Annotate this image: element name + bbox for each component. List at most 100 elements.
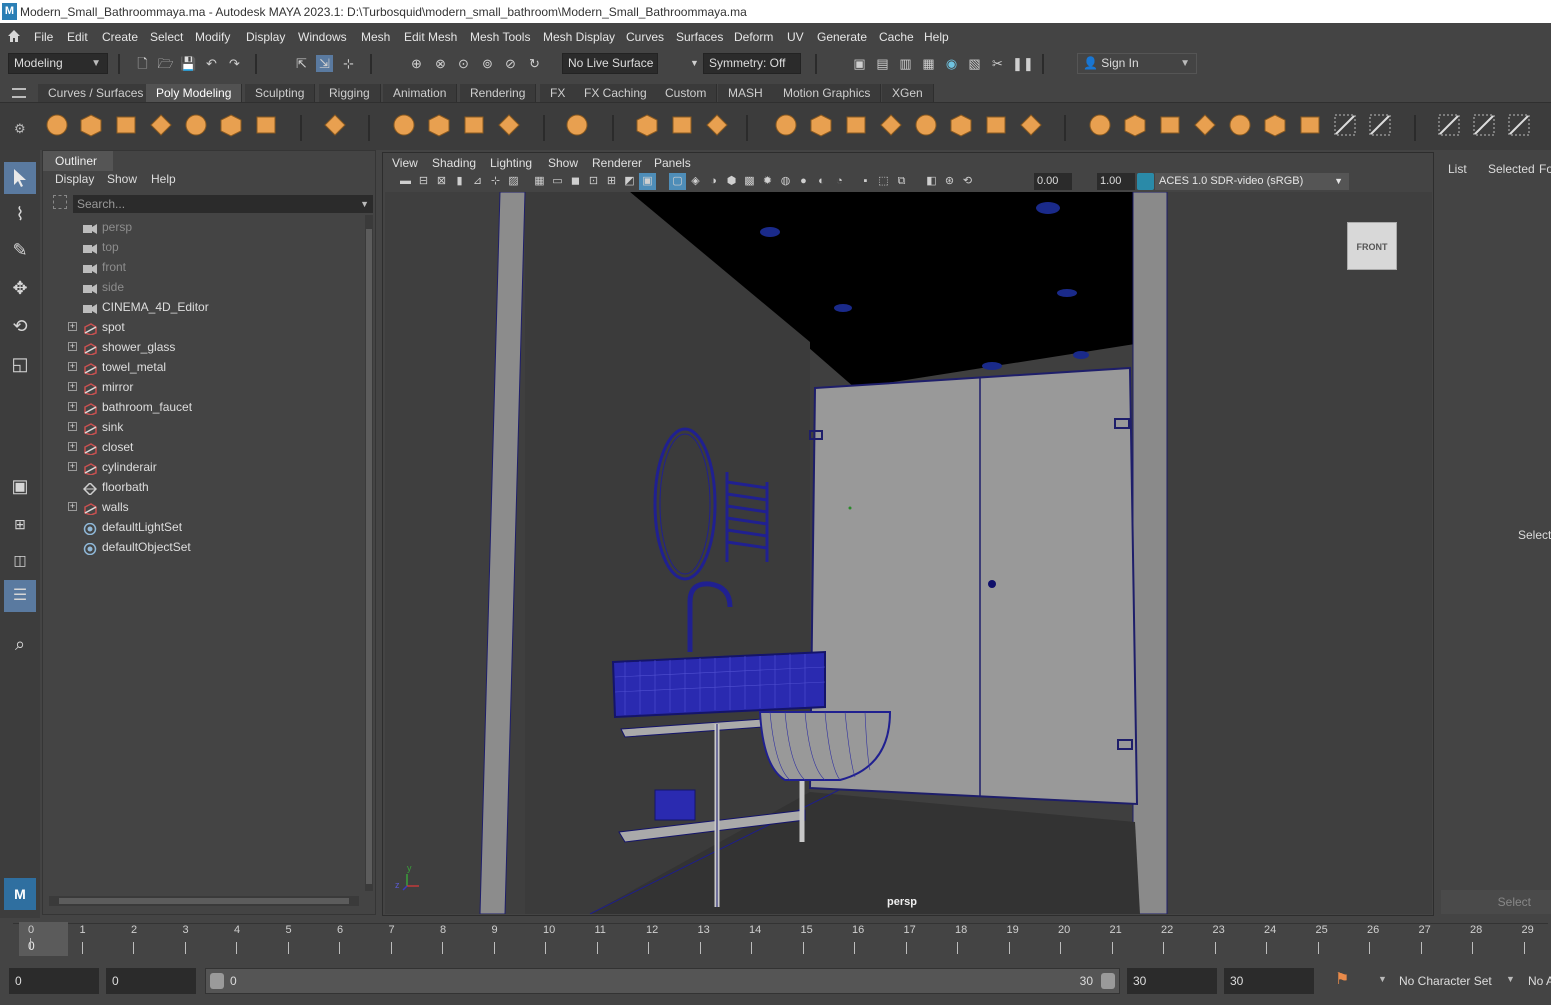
target-weld-icon[interactable]	[1192, 112, 1218, 138]
playback-start-field[interactable]: 0	[106, 968, 196, 994]
rotate-tool-icon[interactable]: ⟲	[4, 310, 36, 342]
key-icon[interactable]: ⚑	[1335, 969, 1349, 989]
outliner-item-cylinderair[interactable]: + cylinderair	[43, 457, 361, 477]
viewport-menu-show[interactable]: Show	[548, 156, 578, 170]
range-slider-handle-left[interactable]	[210, 973, 224, 989]
shelf-tab-motion-graphics[interactable]: Motion Graphics	[773, 84, 882, 102]
shelf-tab-sculpting[interactable]: Sculpting	[245, 84, 316, 102]
shelf-tab-poly-modeling[interactable]: Poly Modeling	[146, 84, 243, 102]
platonic-solid-icon[interactable]	[322, 112, 348, 138]
playback-end-field[interactable]: 30	[1127, 968, 1217, 994]
outliner-item-side[interactable]: side	[43, 277, 361, 297]
menu-mesh[interactable]: Mesh	[361, 30, 390, 44]
ambient-occlusion-icon[interactable]: ✹	[759, 173, 776, 190]
edit-edge-flow-icon[interactable]	[1297, 112, 1323, 138]
exposure-icon[interactable]: ⊛	[941, 173, 958, 190]
viewport-menu-renderer[interactable]: Renderer	[592, 156, 642, 170]
x-ray-active-icon[interactable]: ◧	[923, 173, 940, 190]
chevron-down-icon[interactable]: ▼	[1378, 974, 1387, 984]
outliner-item-defaultlightset[interactable]: defaultLightSet	[43, 517, 361, 537]
home-icon[interactable]	[6, 28, 22, 44]
end-frame-field[interactable]: 30	[1224, 968, 1314, 994]
bridge-icon[interactable]	[948, 112, 974, 138]
extract-icon[interactable]	[808, 112, 834, 138]
xray-components-icon[interactable]: ⧉	[893, 173, 910, 190]
grease-pencil-icon[interactable]: ⊹	[487, 173, 504, 190]
combine-icon[interactable]	[704, 112, 730, 138]
move-tool-icon[interactable]: ✥	[4, 272, 36, 304]
field-chart-icon[interactable]: ⊡	[585, 173, 602, 190]
isolate-select-icon[interactable]: ◔	[831, 173, 848, 190]
mirror-icon[interactable]	[913, 112, 939, 138]
gamma-icon[interactable]: ⟲	[959, 173, 976, 190]
outliner-item-mirror[interactable]: + mirror	[43, 377, 361, 397]
poly-disc-icon[interactable]	[253, 112, 279, 138]
outliner-horizontal-scrollbar[interactable]	[49, 896, 359, 906]
start-frame-field[interactable]: 0	[9, 968, 99, 994]
side-by-side-layout-icon[interactable]: ◫	[4, 544, 36, 576]
channelbox-select-button[interactable]: Select	[1441, 890, 1551, 914]
reduce-icon[interactable]	[1506, 112, 1532, 138]
shelf-tab-mash[interactable]: MASH	[718, 84, 774, 102]
outliner-menu-display[interactable]: Display	[55, 172, 94, 186]
chevron-down-icon[interactable]: ▼	[1506, 974, 1515, 984]
outliner-item-towel-metal[interactable]: + towel_metal	[43, 357, 361, 377]
shelf-tab-rigging[interactable]: Rigging	[319, 84, 381, 102]
outliner-item-walls[interactable]: + walls	[43, 497, 361, 517]
type-text-icon[interactable]	[461, 112, 487, 138]
menu-deform[interactable]: Deform	[734, 30, 773, 44]
menu-help[interactable]: Help	[924, 30, 949, 44]
bevel-icon[interactable]	[1018, 112, 1044, 138]
menu-display[interactable]: Display	[246, 30, 285, 44]
undo-icon[interactable]: ↶	[203, 55, 220, 72]
camera-attributes-icon[interactable]: ⊟	[415, 173, 432, 190]
outliner-item-defaultobjectset[interactable]: defaultObjectSet	[43, 537, 361, 557]
save-scene-icon[interactable]: 💾	[180, 55, 197, 72]
color-management-icon[interactable]	[1137, 173, 1154, 190]
xray-icon[interactable]: ▪	[857, 173, 874, 190]
wireframe-icon[interactable]: ▣	[639, 173, 656, 190]
viewport-menu-lighting[interactable]: Lighting	[490, 156, 532, 170]
outliner-vertical-scrollbar[interactable]	[365, 215, 373, 891]
paint-select-tool-icon[interactable]: ✎	[4, 234, 36, 266]
menuset-dropdown[interactable]: Modeling ▼	[8, 53, 108, 74]
lasso-tool-icon[interactable]: ⌇	[4, 198, 36, 230]
chevron-down-icon[interactable]: ▼	[686, 55, 703, 72]
depth-of-field-icon[interactable]: ◐	[813, 173, 830, 190]
viewport-menu-panels[interactable]: Panels	[654, 156, 691, 170]
redo-icon[interactable]: ↷	[226, 55, 243, 72]
gear-icon[interactable]: ⚙	[14, 121, 26, 137]
menu-mesh-display[interactable]: Mesh Display	[543, 30, 615, 44]
shelf-tab-rendering[interactable]: Rendering	[460, 84, 537, 102]
bookmarks-icon[interactable]: ⊠	[433, 173, 450, 190]
open-scene-icon[interactable]: 🗁	[157, 55, 174, 72]
expand-icon[interactable]: +	[68, 362, 77, 371]
channelbox-tab-focus[interactable]: Fo	[1539, 162, 1551, 176]
menu-modify[interactable]: Modify	[195, 30, 230, 44]
expand-icon[interactable]: +	[68, 382, 77, 391]
time-slider[interactable]: 0 0 1 2 3 4 5 6 7 8 9 10 11 12 13 14 15 16 17 18 19 20 21 22 23…	[0, 918, 1551, 960]
search-icon[interactable]: ⌕	[4, 628, 36, 660]
motion-blur-icon[interactable]: ◍	[777, 173, 794, 190]
scrollbar-thumb[interactable]	[59, 898, 349, 904]
expand-icon[interactable]: +	[68, 442, 77, 451]
render-settings-icon[interactable]: ▦	[920, 55, 937, 72]
image-plane-icon[interactable]: ▮	[451, 173, 468, 190]
snap-point-icon[interactable]: ⊙	[455, 55, 472, 72]
gate-mask-icon[interactable]: ◼	[567, 173, 584, 190]
smooth-icon[interactable]	[843, 112, 869, 138]
snap-view-plane-icon[interactable]: ⊚	[479, 55, 496, 72]
expand-icon[interactable]: +	[68, 502, 77, 511]
quad-draw-icon[interactable]	[669, 112, 695, 138]
film-gate-icon[interactable]: ▦	[531, 173, 548, 190]
menu-generate[interactable]: Generate	[817, 30, 867, 44]
menu-select[interactable]: Select	[150, 30, 183, 44]
range-slider[interactable]: 0 30	[205, 968, 1120, 994]
snap-curve-icon[interactable]: ⊗	[432, 55, 449, 72]
poly-torus-icon[interactable]	[183, 112, 209, 138]
outliner-item-closet[interactable]: + closet	[43, 437, 361, 457]
menu-edit[interactable]: Edit	[67, 30, 88, 44]
shadows-icon[interactable]: ▩	[741, 173, 758, 190]
expand-icon[interactable]: +	[68, 462, 77, 471]
select-object-icon[interactable]: ⇲	[316, 55, 333, 72]
